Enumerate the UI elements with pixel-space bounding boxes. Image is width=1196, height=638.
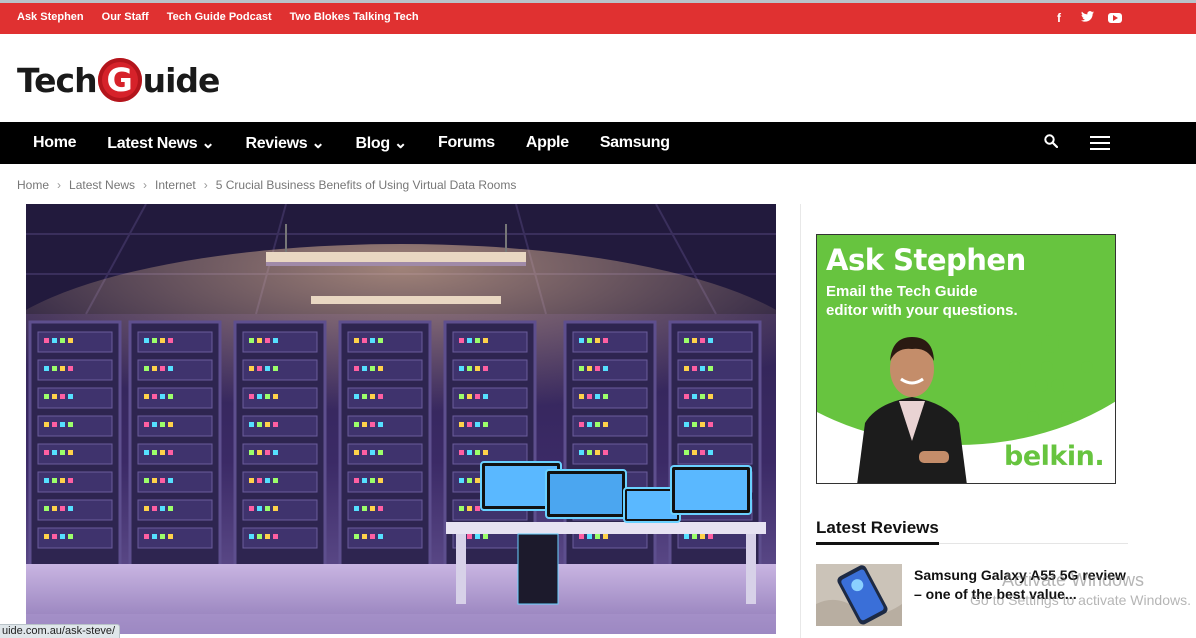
nav-item-samsung[interactable]: Samsung	[600, 134, 670, 152]
top-link-podcast[interactable]: Tech Guide Podcast	[167, 11, 272, 23]
section-divider	[939, 543, 1128, 544]
nav-item-apple[interactable]: Apple	[526, 134, 569, 152]
breadcrumb-home[interactable]: Home	[17, 178, 49, 192]
nav-item-label: Latest News	[107, 135, 198, 152]
main-nav: Home Latest News ⌄ Reviews ⌄ Blog ⌄ Forums Apple…	[0, 122, 1196, 164]
breadcrumb-current: 5 Crucial Business Benefits of Using Vir…	[215, 178, 517, 192]
nav-item-label: Samsung	[599, 134, 670, 151]
status-bar-url: uide.com.au/ask-steve/	[0, 624, 121, 638]
activate-windows-subtext: Go to Settings to activate Windows.	[970, 592, 1191, 608]
twitter-icon[interactable]	[1080, 11, 1094, 26]
ad-heading: Ask Stephen	[826, 243, 1026, 277]
belkin-logo: belkin.	[1004, 441, 1105, 472]
top-link-ask-stephen[interactable]: Ask Stephen	[17, 11, 84, 23]
nav-item-label: Forums	[437, 134, 495, 151]
latest-reviews-title: Latest Reviews	[816, 518, 939, 537]
logo-text-uide: uide	[142, 60, 221, 100]
chevron-right-icon: ›	[143, 178, 148, 192]
belkin-dot	[1035, 379, 1048, 392]
top-link-our-staff[interactable]: Our Staff	[102, 11, 149, 23]
ad-line-2: editor with your questions.	[826, 302, 1018, 319]
chevron-down-icon: ⌄	[201, 135, 215, 152]
chevron-down-icon: ⌄	[393, 135, 407, 152]
logo-text-tech: Tech	[17, 60, 98, 100]
nav-item-label: Apple	[525, 134, 569, 151]
hamburger-menu-icon[interactable]	[1090, 136, 1110, 150]
nav-item-label: Reviews	[245, 135, 308, 152]
featured-image	[26, 204, 776, 634]
activate-windows-watermark: Activate Windows	[1002, 570, 1145, 590]
belkin-dot	[1009, 361, 1021, 373]
top-links: Ask Stephen Our Staff Tech Guide Podcast…	[17, 11, 419, 23]
ask-stephen-ad[interactable]: Ask Stephen Email the Tech Guide editor …	[816, 234, 1116, 484]
server-rack	[338, 320, 432, 569]
nav-item-label: Blog	[355, 135, 391, 152]
nav-item-blog[interactable]: Blog ⌄	[355, 133, 408, 153]
breadcrumb-latest-news[interactable]: Latest News	[69, 178, 135, 192]
chevron-right-icon: ›	[203, 178, 208, 192]
belkin-dot	[1041, 335, 1059, 353]
ad-line-1: Email the Tech Guide	[826, 283, 978, 300]
nav-items: Home Latest News ⌄ Reviews ⌄ Blog ⌄ Forums Apple…	[33, 122, 670, 164]
server-rack	[233, 320, 327, 569]
review-thumbnail[interactable]	[816, 564, 902, 626]
nav-item-home[interactable]: Home	[33, 134, 77, 152]
logo-g-icon: G	[97, 58, 142, 102]
section-underline	[816, 542, 939, 545]
facebook-icon[interactable]: f	[1052, 11, 1066, 26]
top-link-two-blokes[interactable]: Two Blokes Talking Tech	[290, 11, 419, 23]
sidebar-divider	[800, 204, 801, 638]
person-photo	[857, 337, 967, 483]
belkin-dot	[1027, 411, 1039, 423]
breadcrumb: Home › Latest News › Internet › 5 Crucia…	[17, 178, 516, 192]
top-bar: Ask Stephen Our Staff Tech Guide Podcast…	[0, 0, 1196, 34]
server-rack	[128, 320, 222, 569]
belkin-dot	[1061, 411, 1073, 423]
server-rack	[28, 320, 122, 569]
belkin-dot	[1051, 379, 1064, 392]
nav-item-forums[interactable]: Forums	[438, 134, 495, 152]
search-icon[interactable]	[1044, 134, 1058, 148]
chevron-down-icon: ⌄	[311, 135, 325, 152]
chevron-right-icon: ›	[57, 178, 62, 192]
nav-item-latest-news[interactable]: Latest News ⌄	[107, 133, 214, 153]
nav-item-label: Home	[33, 134, 77, 151]
nav-item-reviews[interactable]: Reviews ⌄	[245, 133, 324, 153]
social-links: f	[1052, 11, 1122, 26]
belkin-dot	[1081, 361, 1093, 373]
breadcrumb-internet[interactable]: Internet	[155, 178, 196, 192]
youtube-icon[interactable]	[1108, 11, 1122, 26]
belkin-dot	[1041, 361, 1053, 373]
site-logo[interactable]: Tech G uide	[17, 56, 221, 104]
